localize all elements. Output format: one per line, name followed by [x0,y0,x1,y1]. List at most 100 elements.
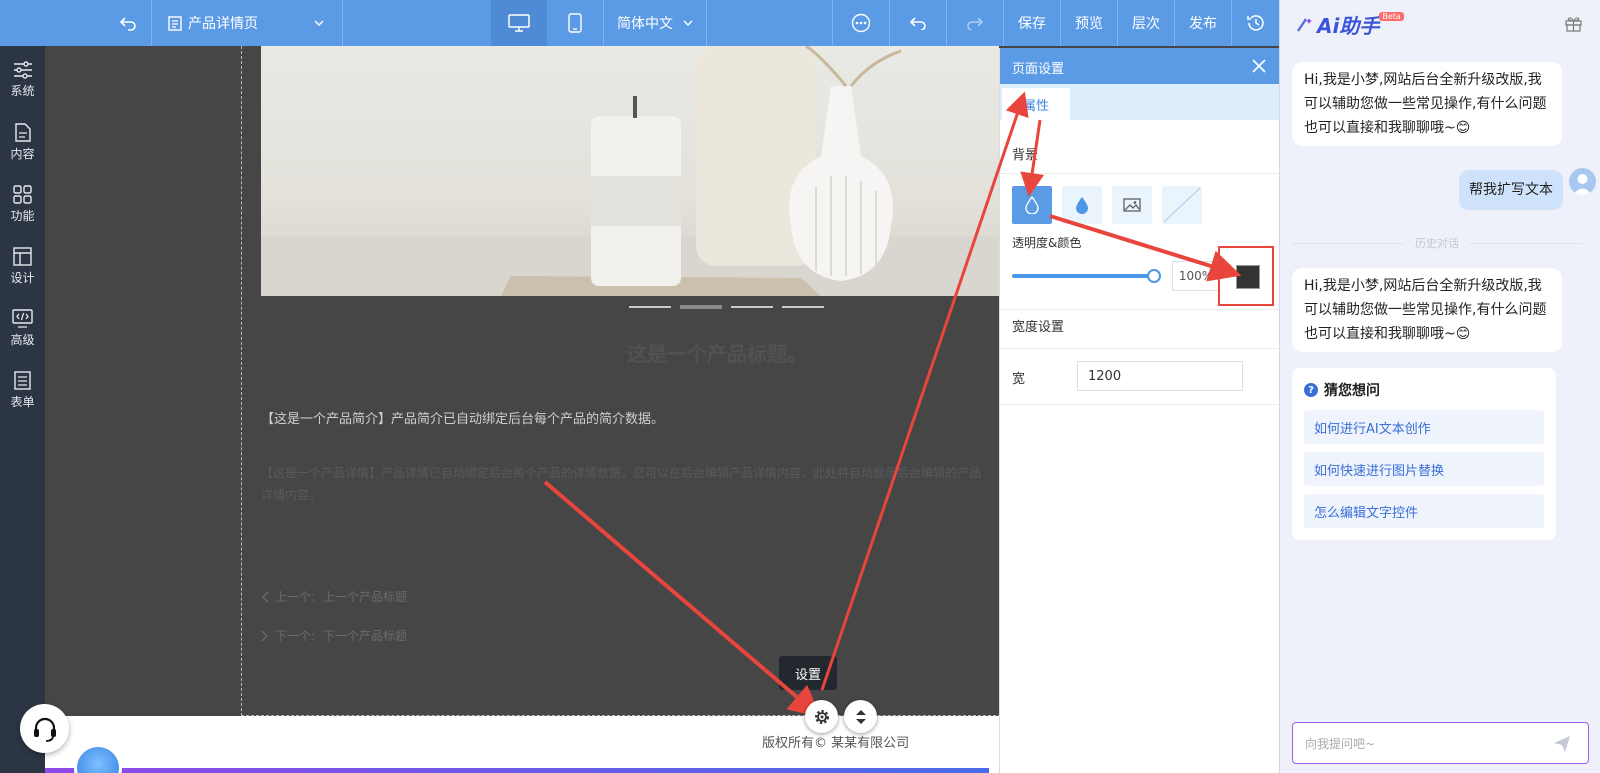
exit-button[interactable] [108,0,148,46]
next-label: 下一个: [275,629,316,643]
opacity-color-label: 透明度&颜色 [1012,236,1082,250]
history-divider-label: 历史对话 [1415,237,1459,250]
layers-button[interactable]: 层次 [1118,0,1174,46]
chevron-down-icon [683,20,693,26]
preview-button[interactable]: 预览 [1061,0,1117,46]
nav-item-label: 功能 [10,208,35,223]
width-section-title: 宽度设置 [1012,320,1065,335]
footer-accent-bar [45,768,989,773]
background-label: 背景 [1012,148,1039,163]
document-icon [14,122,31,142]
prev-label: 上一个: [275,590,316,604]
more-button[interactable] [833,0,889,46]
slider-dot[interactable] [782,306,824,308]
product-image-slider[interactable] [261,46,999,296]
bg-color-option[interactable] [1012,186,1052,224]
nav-item-label: 表单 [10,394,35,409]
sort-arrows-icon [855,709,866,724]
code-icon [12,308,33,328]
product-photo [261,46,999,296]
highlight-box [1218,246,1274,306]
sparkle-icon [1297,17,1312,32]
settings-button[interactable] [805,700,838,733]
drop-filled-icon [1076,197,1088,214]
layout-icon [13,246,32,266]
copyright-text: 版权所有© 某某有限公司 [762,736,910,751]
page-select-label: 产品详情页 [188,16,258,32]
top-toolbar: 产品详情页 简体中文 保存 预览 层次 发布 [0,0,1279,46]
mobile-icon [568,13,582,33]
language-select[interactable]: 简体中文 [604,0,706,46]
more-icon [851,13,871,33]
opacity-input[interactable]: 100% [1172,261,1220,291]
panel-header: 页面设置 [1000,48,1280,84]
no-background-icon [1163,187,1201,223]
slider-dot[interactable] [731,306,773,308]
slider-dot[interactable] [629,306,671,308]
suggestion-card: ? 猜您想问 如何进行AI文本创作 如何快速进行图片替换 怎么编辑文字控件 [1292,368,1556,540]
redo-button[interactable] [947,0,1003,46]
next-title: 下一个产品标题 [323,629,408,643]
tab-properties[interactable]: 属性 [1002,88,1070,120]
next-link[interactable]: 下一个: 下一个产品标题 [261,627,407,644]
chevron-right-icon [261,630,268,641]
product-title[interactable]: 这是一个产品标题。 [627,338,807,367]
nav-item-label: 高级 [10,332,35,347]
desktop-view-button[interactable] [491,0,547,46]
nav-item-advanced[interactable]: 高级 [0,300,45,356]
bg-gradient-option[interactable] [1062,186,1102,224]
suggestion-item[interactable]: 怎么编辑文字控件 [1304,494,1544,528]
desktop-icon [508,14,530,32]
nav-item-form[interactable]: 表单 [0,362,45,418]
gift-icon[interactable] [1565,15,1582,32]
width-label: 宽 [1012,372,1026,387]
prev-title: 上一个产品标题 [323,590,408,604]
history-button[interactable] [1232,0,1279,46]
move-button[interactable] [844,700,877,733]
suggestion-item[interactable]: 如何进行AI文本创作 [1304,410,1544,444]
nav-item-design[interactable]: 设计 [0,238,45,294]
opacity-slider-thumb[interactable] [1147,269,1161,283]
floating-orb[interactable] [74,744,122,773]
ai-logo: Ai助手 Beta [1295,10,1404,39]
nav-item-system[interactable]: 系统 [0,52,45,108]
ai-input[interactable]: 向我提问吧~ [1292,722,1589,764]
product-detail[interactable]: 【这是一个产品详情】产品详情已自动绑定后台每个产品的详情数据，您可以在后台编辑产… [261,462,983,506]
user-message: 帮我扩写文本 [1459,170,1563,210]
ai-assistant-panel: Ai助手 Beta Hi,我是小梦,网站后台全新升级改版,我可以辅助您做一些常见… [1279,0,1600,773]
page-icon [168,15,182,31]
mobile-view-button[interactable] [547,0,603,46]
send-icon[interactable] [1553,735,1571,753]
page-select[interactable]: 产品详情页 [152,0,342,46]
undo-icon [909,17,926,30]
undo-button[interactable] [890,0,946,46]
nav-item-content[interactable]: 内容 [0,114,45,170]
publish-button[interactable]: 发布 [1175,0,1231,46]
width-input[interactable]: 1200 [1077,361,1243,391]
save-button[interactable]: 保存 [1004,0,1060,46]
opacity-slider[interactable] [1012,269,1161,283]
headset-icon [33,717,56,742]
support-button[interactable] [20,704,69,753]
close-icon[interactable] [1252,59,1266,73]
bg-image-option[interactable] [1112,186,1152,224]
suggestion-header: ? 猜您想问 [1304,380,1380,400]
beta-badge: Beta [1379,12,1404,21]
history-divider: 历史对话 [1292,235,1582,251]
ai-input-placeholder: 向我提问吧~ [1305,737,1376,751]
nav-item-label: 系统 [10,84,35,98]
settings-tooltip: 设置 [779,656,837,690]
opacity-slider-fill [1012,274,1154,278]
suggestion-title: 猜您想问 [1324,383,1380,399]
product-summary[interactable]: 【这是一个产品简介】产品简介已自动绑定后台每个产品的简介数据。 [261,408,664,427]
grid-icon [13,184,32,204]
prev-link[interactable]: 上一个: 上一个产品标题 [261,588,407,605]
suggestion-item[interactable]: 如何快速进行图片替换 [1304,452,1544,486]
user-icon [1573,174,1592,195]
image-icon [1123,198,1141,212]
bg-none-option[interactable] [1162,186,1202,224]
sliders-icon [13,61,32,79]
slider-dot-active[interactable] [680,305,722,309]
nav-item-function[interactable]: 功能 [0,176,45,232]
ai-message: Hi,我是小梦,网站后台全新升级改版,我可以辅助您做一些常见操作,有什么问题也可… [1292,62,1562,146]
